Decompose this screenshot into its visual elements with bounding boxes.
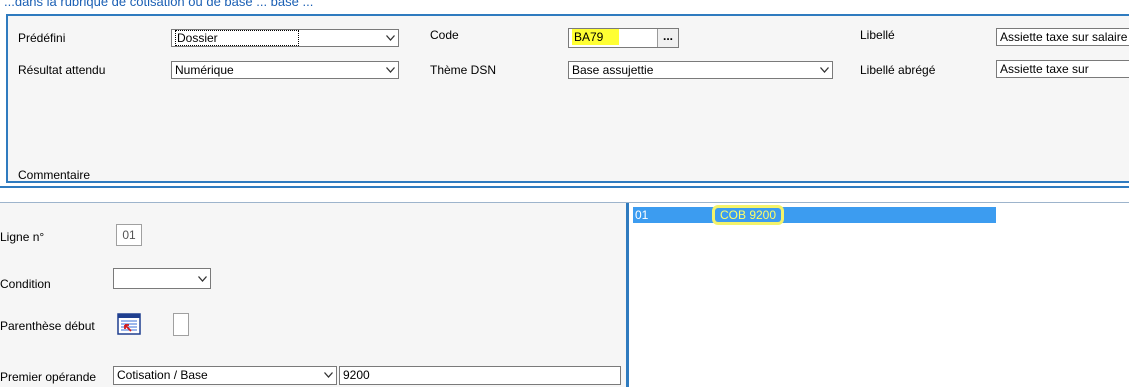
condition-label: Condition <box>0 277 51 291</box>
libelle-abrege-value: Assiette taxe sur <box>1000 62 1089 76</box>
predefini-value: Dossier <box>175 30 299 46</box>
line-number: 01 <box>635 208 649 222</box>
libelle-abrege-input[interactable]: Assiette taxe sur <box>996 60 1129 78</box>
code-field[interactable]: BA79 ... <box>568 28 679 48</box>
code-lookup-button[interactable]: ... <box>657 29 678 47</box>
theme-dsn-select[interactable]: Base assujettie <box>568 61 833 79</box>
theme-dsn-label: Thème DSN <box>430 63 497 77</box>
chevron-down-icon[interactable] <box>816 62 832 78</box>
premier-operande-label: Premier opérande <box>0 370 97 384</box>
resultat-label: Résultat attendu <box>18 63 106 77</box>
list-item[interactable]: 01 COB 9200 <box>633 207 996 223</box>
top-cut-text: ...dans la rubrique de cotisation ou de … <box>4 0 314 9</box>
chevron-down-icon[interactable] <box>320 367 336 383</box>
predefini-select[interactable]: Dossier <box>171 29 399 47</box>
detail-panel: Ligne n° 01 Condition Parenthèse début P… <box>0 203 628 387</box>
commentaire-label: Commentaire <box>18 168 91 182</box>
libelle-label: Libellé <box>860 28 895 42</box>
premier-type-value: Cotisation / Base <box>117 368 208 382</box>
libelle-abrege-label: Libellé abrégé <box>860 63 936 77</box>
premier-value: 9200 <box>343 368 370 382</box>
ligne-label: Ligne n° <box>0 230 45 244</box>
resultat-select[interactable]: Numérique <box>171 61 399 79</box>
predefini-label: Prédéfini <box>18 31 66 45</box>
code-value: BA79 <box>572 29 620 45</box>
code-label: Code <box>430 28 459 42</box>
premier-value-input[interactable]: 9200 <box>339 366 621 385</box>
parenthese-input[interactable] <box>173 313 189 336</box>
parenthese-label: Parenthèse début <box>0 319 95 333</box>
chevron-down-icon[interactable] <box>382 30 398 46</box>
section-divider <box>0 186 1129 203</box>
condition-select[interactable] <box>113 268 211 289</box>
ligne-number-value: 01 <box>122 228 136 242</box>
premier-type-select[interactable]: Cotisation / Base <box>113 366 337 385</box>
header-panel: Prédéfini Dossier Code BA79 ... Libellé … <box>6 14 1129 183</box>
resultat-value: Numérique <box>175 63 234 77</box>
expression-builder-icon[interactable] <box>117 313 141 335</box>
lines-list-panel: 01 COB 9200 <box>628 203 1129 387</box>
libelle-value: Assiette taxe sur salaire <box>1000 30 1128 44</box>
theme-dsn-value: Base assujettie <box>572 63 654 77</box>
line-expression: COB 9200 <box>715 208 782 222</box>
ligne-number-field[interactable]: 01 <box>116 224 142 246</box>
libelle-input[interactable]: Assiette taxe sur salaire <box>996 28 1129 46</box>
chevron-down-icon[interactable] <box>194 271 210 287</box>
chevron-down-icon[interactable] <box>382 62 398 78</box>
